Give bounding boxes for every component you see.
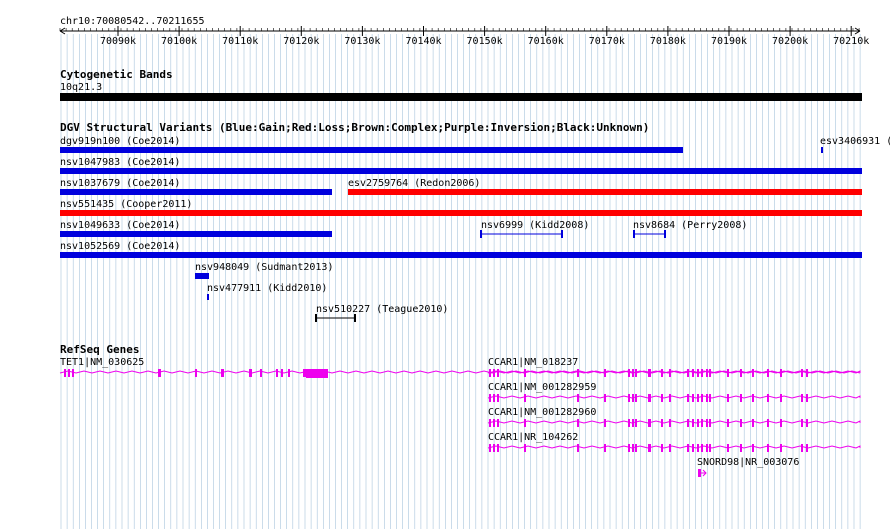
cytoband-track: Cytogenetic Bands 10q21.3 — [60, 68, 862, 101]
ruler-position-label: chr10:70080542..70211655 — [60, 16, 205, 27]
variant-dgv919n100[interactable] — [60, 147, 683, 153]
variant-nsv948049[interactable] — [195, 273, 209, 279]
gene-CCAR1-NM_018237[interactable] — [487, 369, 861, 377]
variant-nsv551435[interactable] — [60, 210, 862, 216]
gene-label: TET1|NM_030625 — [60, 357, 144, 368]
dgv-track-title: DGV Structural Variants (Blue:Gain;Red:L… — [60, 121, 649, 134]
gene-CCAR1-NM_001282960[interactable] — [487, 419, 861, 427]
background-grid — [60, 34, 861, 529]
cytoband-track-title: Cytogenetic Bands — [60, 68, 173, 81]
cytoband-10q21-3[interactable] — [60, 93, 862, 101]
variant-label: nsv510227 (Teague2010) — [316, 304, 448, 315]
ruler-ticks: 70090k 70100k 70110k 70120k 70130k 70140k 7015… — [59, 26, 869, 47]
ruler-tick-label: 70140k — [405, 36, 441, 47]
variant-label: nsv1052569 (Coe2014) — [60, 241, 180, 252]
refseq-track: RefSeq Genes TET1|NM_030625 CCAR1|NM_018… — [59, 343, 861, 477]
variant-esv2759764[interactable] — [348, 189, 862, 195]
gene-CCAR1-NR_104262[interactable] — [487, 444, 861, 452]
genome-browser-panel: chr10:70080542..70211655 70090k 70100k 701… — [59, 16, 890, 529]
variant-label: nsv8684 (Perry2008) — [633, 220, 747, 231]
variant-label: dgv919n100 (Coe2014) — [60, 136, 180, 147]
variant-esv3406931[interactable] — [821, 147, 823, 153]
variant-label: nsv551435 (Cooper2011) — [60, 199, 192, 210]
gene-label: CCAR1|NM_001282960 — [488, 407, 596, 418]
variant-label: nsv948049 (Sudmant2013) — [195, 262, 333, 273]
ruler-tick-label: 70120k — [283, 36, 319, 47]
dgv-track: DGV Structural Variants (Blue:Gain;Red:L… — [60, 121, 890, 322]
variant-nsv1047983[interactable] — [60, 168, 862, 174]
gene-label: CCAR1|NR_104262 — [488, 432, 578, 443]
ruler-tick-label: 70130k — [344, 36, 380, 47]
ruler-tick-label: 70160k — [528, 36, 564, 47]
ruler-tick-label: 70170k — [589, 36, 625, 47]
variant-label: nsv477911 (Kidd2010) — [207, 283, 327, 294]
ruler-tick-label: 70150k — [467, 36, 503, 47]
ruler-tick-label: 70100k — [161, 36, 197, 47]
ruler-tick-label: 70200k — [772, 36, 808, 47]
variant-label: nsv1037679 (Coe2014) — [60, 178, 180, 189]
gene-SNORD98[interactable] — [698, 469, 707, 477]
cytoband-label: 10q21.3 — [60, 82, 102, 93]
variant-nsv1052569[interactable] — [60, 252, 862, 258]
ruler-tick-label: 70210k — [833, 36, 869, 47]
variant-label: esv3406931 ( — [820, 136, 890, 147]
variant-label: nsv6999 (Kidd2008) — [481, 220, 589, 231]
variant-nsv1049633[interactable] — [60, 231, 332, 237]
ruler-track: chr10:70080542..70211655 70090k 70100k 701… — [59, 16, 869, 47]
variant-nsv6999[interactable] — [480, 230, 563, 238]
variant-label: nsv1047983 (Coe2014) — [60, 157, 180, 168]
ruler-tick-label: 70190k — [711, 36, 747, 47]
variant-nsv8684[interactable] — [633, 230, 666, 238]
ruler-tick-label: 70180k — [650, 36, 686, 47]
refseq-track-title: RefSeq Genes — [60, 343, 139, 356]
gene-label: CCAR1|NM_001282959 — [488, 382, 596, 393]
variant-label: nsv1049633 (Coe2014) — [60, 220, 180, 231]
ruler-tick-label: 70090k — [100, 36, 136, 47]
gene-label: CCAR1|NM_018237 — [488, 357, 578, 368]
variant-label: esv2759764 (Redon2006) — [348, 178, 480, 189]
variant-nsv477911[interactable] — [207, 294, 209, 300]
gene-label: SNORD98|NR_003076 — [697, 457, 799, 468]
ruler-tick-label: 70110k — [222, 36, 258, 47]
gene-CCAR1-NM_001282959[interactable] — [487, 394, 861, 402]
variant-nsv1037679[interactable] — [60, 189, 332, 195]
